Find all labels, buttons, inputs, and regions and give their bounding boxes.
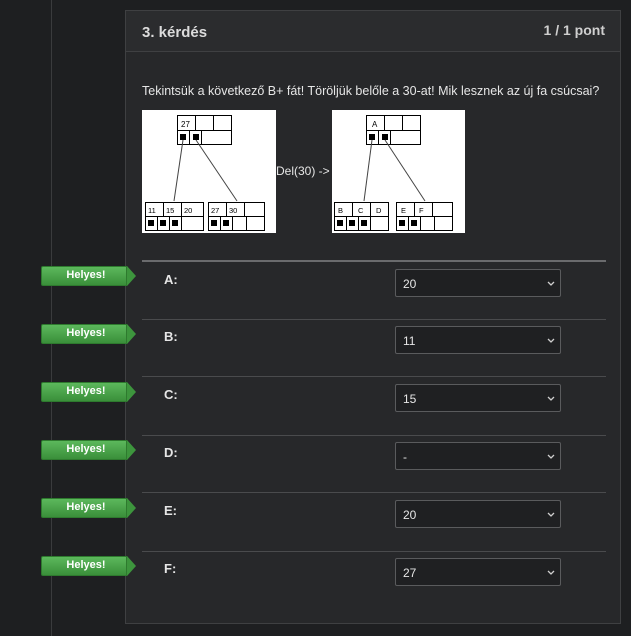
tree-before-leaf1-key-2: 15: [166, 206, 174, 215]
answer-select-a[interactable]: 20: [395, 269, 561, 297]
tree-before-image: 27 11 15 20 27 30: [142, 110, 276, 233]
tree-after-leaf1-key-3: D: [376, 206, 382, 215]
question-card: 3. kérdés 1 / 1 pont Tekintsük a követke…: [125, 10, 621, 624]
correct-badge-e: Helyes!: [41, 498, 136, 518]
answer-select-c[interactable]: 15: [395, 384, 561, 412]
answer-label-b: B:: [164, 329, 178, 344]
answer-divider: [142, 376, 606, 377]
answer-select-value: 27: [403, 566, 417, 580]
tree-after-leaf1-key-1: B: [338, 206, 343, 215]
correct-badge-c: Helyes!: [41, 382, 136, 402]
answer-select-e[interactable]: 20: [395, 500, 561, 528]
chevron-down-icon: [547, 338, 555, 343]
tree-after-image: A B C D E F: [332, 110, 465, 233]
answer-label-f: F:: [164, 561, 177, 576]
tree-before-leaf2-key-1: 27: [211, 206, 219, 215]
answer-divider: [142, 435, 606, 436]
answer-label-e: E:: [164, 503, 177, 518]
tree-before-leaf1-key-1: 11: [148, 206, 156, 215]
tree-after-leaf2-key-1: E: [401, 206, 406, 215]
tree-after-root-key: A: [372, 120, 378, 129]
question-prompt: Tekintsük a következő B+ fát! Töröljük b…: [142, 84, 600, 98]
question-title: 3. kérdés: [142, 24, 208, 41]
left-rail: [51, 0, 52, 636]
question-points: 1 / 1 pont: [543, 22, 605, 38]
delete-operation-label: Del(30) ->: [276, 164, 330, 178]
answer-divider: [142, 492, 606, 493]
answer-label-a: A:: [164, 272, 178, 287]
correct-badge-a: Helyes!: [41, 266, 136, 286]
chevron-down-icon: [547, 396, 555, 401]
tree-after-leaf2-key-2: F: [419, 206, 424, 215]
answer-select-value: 11: [403, 334, 416, 348]
correct-badge-text: Helyes!: [66, 269, 106, 281]
answer-label-d: D:: [164, 445, 178, 460]
answer-divider: [142, 551, 606, 552]
correct-badge-text: Helyes!: [66, 385, 106, 397]
answer-select-f[interactable]: 27: [395, 558, 561, 586]
correct-badge-text: Helyes!: [66, 327, 106, 339]
tree-before-leaf1-key-3: 20: [184, 206, 192, 215]
answer-select-value: 15: [403, 392, 417, 406]
tree-after-leaf1-key-2: C: [358, 206, 364, 215]
answer-select-d[interactable]: -: [395, 442, 561, 470]
answer-select-value: 20: [403, 277, 417, 291]
answer-select-b[interactable]: 11: [395, 326, 561, 354]
answer-select-value: 20: [403, 508, 417, 522]
chevron-down-icon: [547, 281, 555, 286]
question-header: 3. kérdés 1 / 1 pont: [126, 11, 620, 52]
chevron-down-icon: [547, 454, 555, 459]
tree-before-root-key: 27: [181, 120, 190, 129]
correct-badge-f: Helyes!: [41, 556, 136, 576]
tree-before-leaf2-key-2: 30: [229, 206, 237, 215]
correct-badge-text: Helyes!: [66, 559, 106, 571]
correct-badge-text: Helyes!: [66, 443, 106, 455]
answer-select-value: -: [403, 450, 407, 464]
chevron-down-icon: [547, 512, 555, 517]
chevron-down-icon: [547, 570, 555, 575]
answer-divider: [142, 260, 606, 262]
correct-badge-d: Helyes!: [41, 440, 136, 460]
correct-badge-text: Helyes!: [66, 501, 106, 513]
answer-label-c: C:: [164, 387, 178, 402]
answer-divider: [142, 319, 606, 320]
correct-badge-b: Helyes!: [41, 324, 136, 344]
